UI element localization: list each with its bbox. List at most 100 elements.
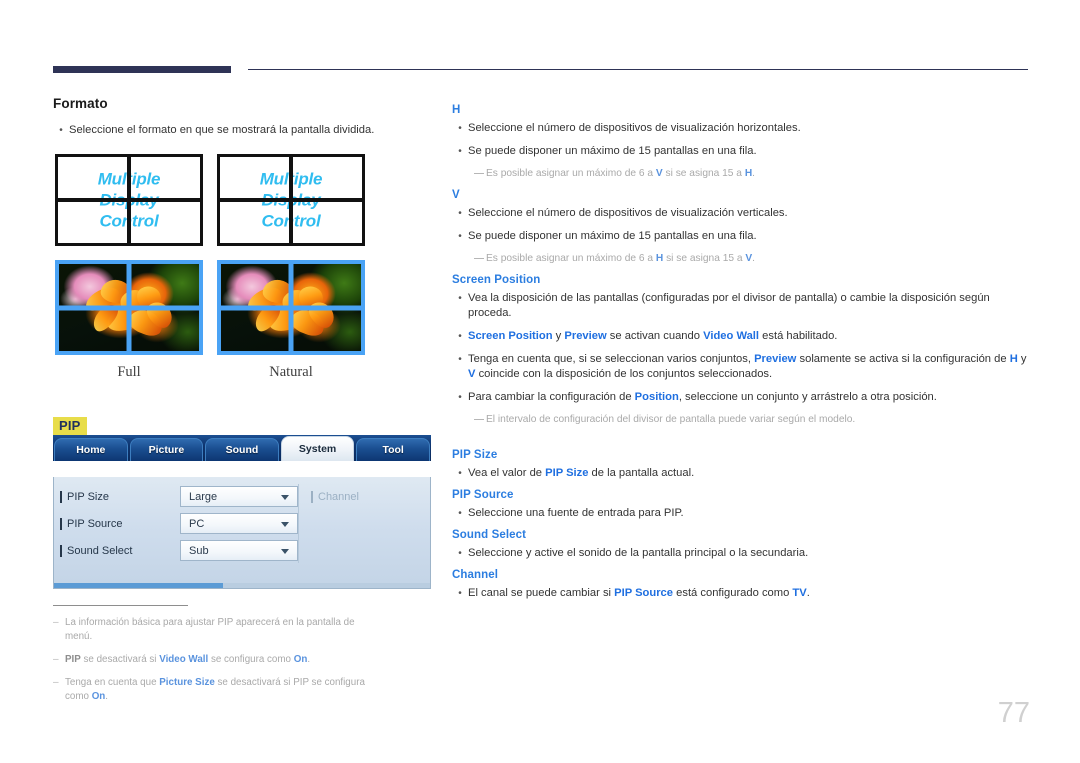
footnote-item: – La información básica para ajustar PIP … bbox=[53, 616, 383, 644]
osd-label-marker-icon bbox=[60, 517, 62, 530]
bullet-item: • Para cambiar la configuración de Positi… bbox=[452, 390, 1030, 405]
osd-label-marker-icon bbox=[311, 490, 313, 503]
bullet-text: Seleccione una fuente de entrada para PI… bbox=[468, 507, 684, 519]
intro-bullet-text: Seleccione el formato en que se mostrará… bbox=[69, 124, 375, 136]
osd-select-pip-size[interactable]: Large bbox=[180, 486, 298, 507]
subsection-heading-pip-source: PIP Source bbox=[452, 489, 514, 501]
note-item: — El intervalo de configuración del divis… bbox=[452, 413, 1030, 427]
videowall-sample-natural: MultipleDisplayControl Natural bbox=[217, 154, 365, 381]
osd-label-marker-icon bbox=[60, 544, 62, 557]
bullet-item: • El canal se puede cambiar si PIP Source… bbox=[452, 586, 1030, 601]
videowall-sample-full: MultipleDisplayControl Full bbox=[55, 154, 203, 381]
osd-tab-picture[interactable]: Picture bbox=[129, 438, 204, 461]
footnote-block: – La información básica para ajustar PIP … bbox=[53, 605, 383, 704]
subsection-heading-screen-position: Screen Position bbox=[452, 274, 541, 286]
bullet-icon: • bbox=[458, 508, 462, 519]
bullet-item: • Screen Position y Preview se activan cu… bbox=[452, 329, 1030, 344]
osd-label-marker-icon bbox=[60, 490, 62, 503]
osd-select-value: Sub bbox=[189, 544, 209, 557]
osd-tab-label: System bbox=[298, 443, 337, 455]
bullet-text: Se puede disponer un máximo de 15 pantal… bbox=[468, 230, 757, 242]
pip-section-tag: PIP bbox=[53, 417, 87, 435]
subsection-heading-sound-select: Sound Select bbox=[452, 529, 527, 541]
header-rule-thick bbox=[53, 66, 231, 73]
note-text: El intervalo de configuración del diviso… bbox=[486, 414, 856, 425]
page-title: Formato bbox=[53, 96, 108, 111]
wall-divider-horizontal bbox=[220, 198, 362, 202]
bullet-icon: • bbox=[458, 123, 462, 134]
osd-setting-row: Channel bbox=[311, 484, 430, 509]
bullet-text: Se puede disponer un máximo de 15 pantal… bbox=[468, 145, 757, 157]
bullet-item: • Vea el valor de PIP Size de la pantalla… bbox=[452, 466, 1030, 481]
bullet-item: • Se puede disponer un máximo de 15 panta… bbox=[452, 144, 1030, 159]
osd-settings-left: PIP Size Large PIP Source PC Sound Select Sub bbox=[60, 484, 298, 563]
footnote-text: La información básica para ajustar PIP a… bbox=[65, 617, 355, 642]
page-number: 77 bbox=[997, 697, 1030, 729]
dash-icon: – bbox=[53, 677, 59, 688]
bullet-icon: • bbox=[59, 125, 63, 136]
photo-divider-horizontal bbox=[59, 305, 199, 310]
bullet-text: Seleccione el número de dispositivos de … bbox=[468, 122, 801, 134]
subsection-heading-h: H bbox=[452, 104, 461, 116]
osd-menu-screenshot: Home Picture Sound System Tool PIP Size Large… bbox=[53, 435, 433, 589]
osd-setting-label-text: PIP Source bbox=[67, 517, 123, 530]
bullet-text: Vea la disposición de las pantallas (con… bbox=[468, 292, 990, 319]
osd-tab-tool[interactable]: Tool bbox=[356, 438, 430, 461]
dash-icon: – bbox=[53, 654, 59, 665]
bullet-icon: • bbox=[458, 588, 462, 599]
bullet-icon: • bbox=[458, 293, 462, 304]
footnote-divider bbox=[53, 605, 188, 606]
osd-tab-bar: Home Picture Sound System Tool bbox=[53, 435, 431, 461]
osd-setting-label-text: Channel bbox=[318, 490, 359, 503]
osd-tab-home[interactable]: Home bbox=[54, 438, 128, 461]
osd-setting-label: Sound Select bbox=[60, 544, 180, 557]
dash-icon: — bbox=[474, 414, 484, 425]
osd-tab-system[interactable]: System bbox=[280, 436, 355, 461]
photo-divider-horizontal bbox=[221, 305, 361, 310]
bullet-item: • Seleccione y active el sonido de la pan… bbox=[452, 546, 1030, 561]
bullet-text: Tenga en cuenta que, si se seleccionan v… bbox=[468, 353, 1027, 380]
wall-divider-horizontal bbox=[58, 198, 200, 202]
note-text: Es posible asignar un máximo de 6 a V si… bbox=[486, 168, 756, 179]
chevron-down-icon bbox=[281, 521, 289, 527]
footnote-item: – Tenga en cuenta que Picture Size se des… bbox=[53, 676, 383, 704]
chevron-down-icon bbox=[281, 494, 289, 500]
osd-setting-row: PIP Size Large bbox=[60, 484, 298, 509]
osd-scrollbar[interactable] bbox=[54, 583, 430, 588]
osd-tab-label: Picture bbox=[148, 444, 185, 456]
chevron-down-icon bbox=[281, 548, 289, 554]
bullet-icon: • bbox=[458, 231, 462, 242]
bullet-icon: • bbox=[458, 548, 462, 559]
bullet-icon: • bbox=[458, 331, 462, 342]
subsection-heading-pip-size: PIP Size bbox=[452, 449, 498, 461]
bullet-item: • Tenga en cuenta que, si se seleccionan … bbox=[452, 352, 1030, 382]
bullet-item: • Seleccione una fuente de entrada para P… bbox=[452, 506, 1030, 521]
subsection-heading-v: V bbox=[452, 189, 460, 201]
osd-select-pip-source[interactable]: PC bbox=[180, 513, 298, 534]
footnote-item: – PIP se desactivará si Video Wall se con… bbox=[53, 653, 383, 667]
dash-icon: — bbox=[474, 168, 484, 179]
sample-caption-natural: Natural bbox=[269, 364, 313, 380]
footnote-text: PIP se desactivará si Video Wall se conf… bbox=[65, 654, 311, 665]
videowall-samples: MultipleDisplayControl Full MultipleDisp… bbox=[53, 154, 383, 399]
subsection-heading-channel: Channel bbox=[452, 569, 499, 581]
left-column: Formato • Seleccione el formato en que s… bbox=[53, 96, 433, 713]
bullet-icon: • bbox=[458, 468, 462, 479]
osd-tab-sound[interactable]: Sound bbox=[205, 438, 279, 461]
header-rule-thin bbox=[248, 69, 1028, 70]
osd-setting-label: PIP Size bbox=[60, 490, 180, 503]
bullet-text: Screen Position y Preview se activan cua… bbox=[468, 330, 838, 342]
osd-setting-label: PIP Source bbox=[60, 517, 180, 530]
osd-setting-label-text: PIP Size bbox=[67, 490, 109, 503]
videowall-text-preview-full: MultipleDisplayControl bbox=[55, 154, 203, 246]
osd-select-sound-select[interactable]: Sub bbox=[180, 540, 298, 561]
bullet-icon: • bbox=[458, 146, 462, 157]
osd-select-value: PC bbox=[189, 517, 205, 530]
bullet-item: • Vea la disposición de las pantallas (co… bbox=[452, 291, 1030, 321]
bullet-text: Seleccione el número de dispositivos de … bbox=[468, 207, 788, 219]
videowall-text-preview-natural: MultipleDisplayControl bbox=[217, 154, 365, 246]
osd-tab-label: Sound bbox=[225, 444, 259, 456]
osd-tab-label: Home bbox=[76, 444, 106, 456]
osd-setting-label: Channel bbox=[311, 490, 430, 503]
dash-icon: – bbox=[53, 617, 59, 628]
